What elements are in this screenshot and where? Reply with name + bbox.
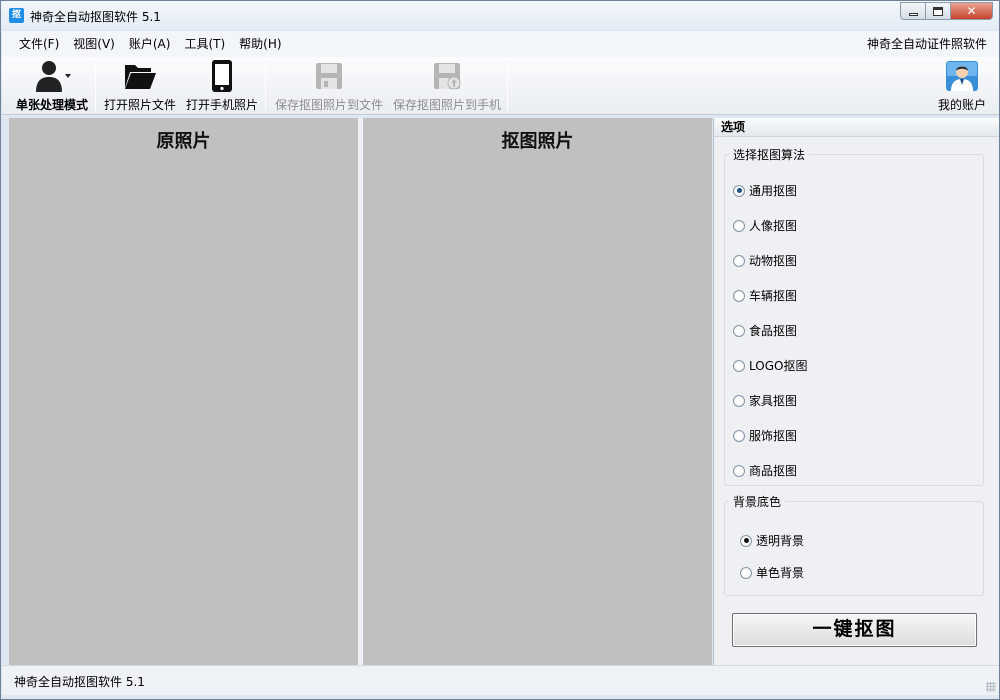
single-mode-label: 单张处理模式 bbox=[15, 98, 88, 112]
toolbar-separator bbox=[265, 63, 266, 111]
cutout-photo-title: 抠图照片 bbox=[501, 131, 574, 152]
options-header: 选项 bbox=[714, 118, 999, 137]
maximize-icon bbox=[933, 7, 943, 16]
save-upload-icon bbox=[432, 59, 462, 93]
cutout-photo-pane[interactable]: 抠图照片 bbox=[363, 118, 712, 665]
menu-bar: 文件(F) 视图(V) 账户(A) 工具(T) 帮助(H) 神奇全自动证件照软件 bbox=[2, 31, 999, 57]
save-to-phone-label: 保存抠图照片到手机 bbox=[392, 98, 501, 112]
save-to-phone-button[interactable]: 保存抠图照片到手机 bbox=[390, 59, 504, 113]
algorithm-group-legend: 选择抠图算法 bbox=[733, 148, 806, 162]
algorithm-option-label: 人像抠图 bbox=[749, 219, 798, 233]
single-mode-button[interactable]: 单张处理模式 bbox=[14, 59, 90, 113]
radio-button[interactable] bbox=[733, 219, 745, 232]
menu-file[interactable]: 文件(F) bbox=[12, 31, 66, 57]
one-click-cutout-button[interactable]: 一键抠图 bbox=[732, 613, 977, 647]
open-file-label: 打开照片文件 bbox=[103, 98, 176, 112]
window-title: 神奇全自动抠图软件 5.1 bbox=[30, 10, 161, 24]
background-option[interactable]: 单色背景 bbox=[740, 564, 804, 581]
original-photo-pane[interactable]: 原照片 bbox=[9, 118, 358, 665]
maximize-button[interactable] bbox=[925, 2, 950, 20]
toolbar-separator bbox=[95, 63, 96, 111]
algorithm-option-label: 商品抠图 bbox=[749, 464, 798, 478]
minimize-icon bbox=[909, 13, 918, 16]
algorithm-option[interactable]: 车辆抠图 bbox=[733, 287, 797, 304]
folder-open-icon bbox=[123, 59, 157, 93]
user-icon bbox=[32, 59, 72, 93]
algorithm-option-label: 家具抠图 bbox=[749, 394, 798, 408]
toolbar-separator bbox=[507, 63, 508, 111]
algorithm-option[interactable]: 家具抠图 bbox=[733, 392, 797, 409]
algorithm-option-label: 食品抠图 bbox=[749, 324, 798, 338]
idphoto-software-link[interactable]: 神奇全自动证件照软件 bbox=[867, 31, 987, 57]
close-icon: ✕ bbox=[966, 4, 977, 18]
my-account-button[interactable]: 我的账户 bbox=[932, 59, 992, 113]
radio-button[interactable] bbox=[733, 254, 745, 267]
menu-help[interactable]: 帮助(H) bbox=[232, 31, 288, 57]
minimize-button[interactable] bbox=[900, 2, 925, 20]
original-photo-title: 原照片 bbox=[156, 131, 211, 152]
algorithm-option[interactable]: LOGO抠图 bbox=[733, 357, 807, 374]
algorithm-option[interactable]: 服饰抠图 bbox=[733, 427, 797, 444]
background-group-legend: 背景底色 bbox=[733, 495, 782, 509]
options-panel: 选项 选择抠图算法 通用抠图人像抠图动物抠图车辆抠图食品抠图 LOGO抠图 家具抠图… bbox=[713, 118, 999, 665]
open-file-button[interactable]: 打开照片文件 bbox=[102, 59, 178, 113]
radio-button[interactable] bbox=[740, 534, 752, 547]
open-phone-button[interactable]: 打开手机照片 bbox=[184, 59, 260, 113]
radio-button[interactable] bbox=[733, 394, 745, 407]
save-to-file-label: 保存抠图照片到文件 bbox=[274, 98, 383, 112]
menu-account[interactable]: 账户(A) bbox=[122, 31, 178, 57]
close-button[interactable]: ✕ bbox=[950, 2, 993, 20]
radio-button[interactable] bbox=[740, 566, 752, 579]
radio-button[interactable] bbox=[733, 429, 745, 442]
radio-button[interactable] bbox=[733, 289, 745, 302]
algorithm-option[interactable]: 通用抠图 bbox=[733, 182, 797, 199]
resize-grip[interactable] bbox=[986, 682, 996, 692]
radio-button[interactable] bbox=[733, 324, 745, 337]
menu-view[interactable]: 视图(V) bbox=[66, 31, 122, 57]
status-text: 神奇全自动抠图软件 5.1 bbox=[14, 675, 145, 689]
title-bar[interactable]: 抠 神奇全自动抠图软件 5.1 ✕ bbox=[1, 1, 999, 30]
algorithm-option[interactable]: 商品抠图 bbox=[733, 462, 797, 479]
status-bar: 神奇全自动抠图软件 5.1 bbox=[2, 665, 999, 695]
algorithm-option-label: 车辆抠图 bbox=[749, 289, 798, 303]
algorithm-option-label: LOGO抠图 bbox=[749, 359, 808, 373]
algorithm-option-label: 服饰抠图 bbox=[749, 429, 798, 443]
open-phone-label: 打开手机照片 bbox=[185, 98, 258, 112]
app-window: 抠 神奇全自动抠图软件 5.1 ✕ 文件(F) 视图(V) 账户(A) 工具(T… bbox=[0, 0, 1000, 700]
background-group: 背景底色 透明背景单色背景 bbox=[724, 493, 984, 596]
menu-tools[interactable]: 工具(T) bbox=[177, 31, 232, 57]
algorithm-option-label: 动物抠图 bbox=[749, 254, 798, 268]
algorithm-option[interactable]: 人像抠图 bbox=[733, 217, 797, 234]
algorithm-group: 选择抠图算法 通用抠图人像抠图动物抠图车辆抠图食品抠图 LOGO抠图 家具抠图服饰抠… bbox=[724, 146, 984, 486]
save-to-file-button[interactable]: 保存抠图照片到文件 bbox=[272, 59, 386, 113]
radio-button[interactable] bbox=[733, 184, 745, 197]
algorithm-option[interactable]: 食品抠图 bbox=[733, 322, 797, 339]
toolbar: 单张处理模式 打开照片文件 打开手机照片 保存抠图照片到文件 保存抠图照片到手机… bbox=[2, 57, 999, 115]
app-icon: 抠 bbox=[9, 8, 24, 23]
background-option-label: 透明背景 bbox=[756, 534, 805, 548]
algorithm-option[interactable]: 动物抠图 bbox=[733, 252, 797, 269]
my-account-label: 我的账户 bbox=[937, 98, 986, 112]
save-disk-icon bbox=[314, 59, 344, 93]
window-controls: ✕ bbox=[900, 2, 993, 20]
radio-button[interactable] bbox=[733, 359, 745, 372]
background-option-label: 单色背景 bbox=[756, 566, 805, 580]
account-avatar-icon bbox=[945, 59, 979, 93]
algorithm-option-label: 通用抠图 bbox=[749, 184, 798, 198]
background-option[interactable]: 透明背景 bbox=[740, 532, 804, 549]
phone-icon bbox=[210, 59, 234, 93]
radio-button[interactable] bbox=[733, 464, 745, 477]
